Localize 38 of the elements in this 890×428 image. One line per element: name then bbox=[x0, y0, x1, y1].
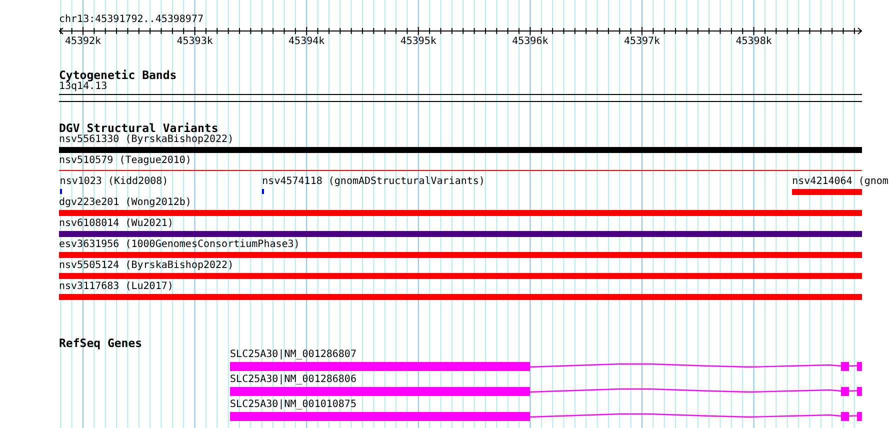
ruler-tick-label: 45398k bbox=[736, 36, 772, 48]
variant-bar[interactable] bbox=[59, 294, 862, 300]
gene-label: SLC25A30|NM_001286807 bbox=[230, 349, 356, 361]
variant-bar[interactable] bbox=[59, 273, 862, 279]
variant-label: nsv6108014 (Wu2021) bbox=[59, 218, 174, 230]
variant-tick[interactable] bbox=[262, 189, 264, 194]
gene-label: SLC25A30|NM_001286806 bbox=[230, 374, 356, 386]
ruler-tick-label: 45396k bbox=[512, 36, 548, 48]
variant-bar[interactable] bbox=[792, 189, 862, 195]
ruler-tick-label: 45393k bbox=[176, 36, 213, 48]
gene-model[interactable] bbox=[230, 387, 862, 396]
gene-label: SLC25A30|NM_001010875 bbox=[230, 399, 356, 411]
track-title: DGV Structural Variants bbox=[59, 122, 218, 134]
ruler-tick-label: 45395k bbox=[400, 36, 436, 48]
variant-label: nsv3117683 (Lu2017) bbox=[59, 281, 174, 293]
variant-label: nsv5505124 (ByrskaBishop2022) bbox=[59, 260, 234, 272]
variant-line[interactable] bbox=[59, 170, 862, 171]
variant-label: nsv4574118 (gnomADStructuralVariants) bbox=[262, 176, 485, 188]
location-label: chr13:45391792..45398977 bbox=[59, 14, 204, 26]
variant-bar[interactable] bbox=[59, 231, 862, 237]
gene-model[interactable] bbox=[230, 412, 862, 421]
variant-bar[interactable] bbox=[59, 252, 862, 258]
variant-label: nsv1023 (Kidd2008) bbox=[60, 176, 168, 188]
variant-label: dgv223e201 (Wong2012b) bbox=[59, 197, 192, 209]
variant-label: nsv510579 (Teague2010) bbox=[59, 155, 192, 167]
track-title: RefSeq Genes bbox=[59, 337, 144, 349]
variant-label: nsv4214064 (gnom bbox=[792, 176, 888, 188]
gene-model[interactable] bbox=[230, 362, 862, 371]
variant-label: esv3631956 (1000GenomesConsortiumPhase3) bbox=[59, 239, 300, 251]
track-title: Cytogenetic Bands bbox=[59, 69, 178, 81]
ruler-tick-label: 45397k bbox=[624, 36, 660, 48]
variant-label: nsv5561330 (ByrskaBishop2022) bbox=[59, 134, 234, 146]
variant-tick[interactable] bbox=[60, 189, 62, 194]
ruler-tick-label: 45394k bbox=[288, 36, 325, 48]
ruler-tick-label: 45392k bbox=[64, 36, 102, 48]
variant-bar[interactable] bbox=[59, 210, 862, 216]
band-label: 13q14.13 bbox=[59, 81, 108, 93]
variant-bar[interactable] bbox=[59, 147, 862, 153]
